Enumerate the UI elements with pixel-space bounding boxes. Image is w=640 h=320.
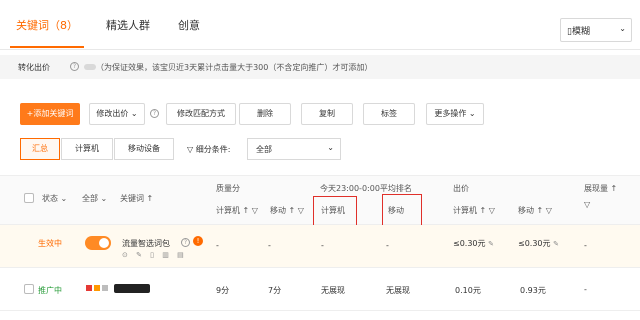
rank-pc-value: -	[321, 241, 324, 250]
chevron-down-icon: ⌄	[60, 194, 68, 203]
status-column-header[interactable]: 状态 ⌄	[42, 193, 67, 204]
modify-bid-button[interactable]: 修改出价 ⌄	[89, 103, 145, 125]
tab-audiences[interactable]: 精选人群	[106, 17, 150, 33]
bid-pc-value[interactable]: ≤0.30元 ✎	[453, 238, 494, 249]
quality-mobile-header[interactable]: 移动 ↑ ▽	[270, 205, 304, 216]
quality-pc-value: 9分	[216, 286, 230, 295]
modify-match-button[interactable]: 修改匹配方式	[166, 103, 236, 125]
help-icon[interactable]: ?	[70, 62, 79, 71]
bid-mobile-value[interactable]: ≤0.30元 ✎	[518, 238, 559, 249]
tag-color-red	[86, 285, 92, 291]
filter-select[interactable]: 全部 ⌄	[247, 138, 341, 160]
info-icon[interactable]: !	[193, 236, 203, 246]
copy-button[interactable]: 复制	[301, 103, 353, 125]
chevron-down-icon: ⌄	[468, 109, 476, 118]
bid-mobile-value[interactable]: 0.93元	[520, 285, 546, 296]
chevron-down-icon: ⌄	[327, 143, 334, 152]
filter-select-value: 全部	[256, 145, 272, 154]
impressions-value: -	[584, 241, 587, 250]
more-actions-label: 更多操作	[434, 109, 467, 118]
bid-pc-value[interactable]: 0.10元	[455, 285, 481, 296]
more-actions-button[interactable]: 更多操作 ⌄	[426, 103, 484, 125]
impressions-value: -	[584, 285, 587, 294]
modify-bid-label: 修改出价	[96, 109, 129, 118]
keyword-name[interactable]: 流量智选词包	[122, 238, 170, 249]
quality-pc-value: -	[216, 241, 219, 250]
impressions-header[interactable]: 展现量 ↑	[584, 183, 617, 194]
row-status: 推广中	[38, 286, 62, 295]
edit-icon: ✎	[488, 240, 494, 248]
chevron-down-icon: ⌄	[619, 24, 626, 33]
keyword-column-header[interactable]: 关键词 ↑	[120, 193, 153, 204]
select-all-checkbox[interactable]	[24, 193, 34, 203]
filter-label-wrap: ▽ 细分条件:	[187, 144, 230, 155]
rank-mobile-value: -	[386, 241, 389, 250]
rank-pc-value: 无展现	[321, 286, 345, 295]
avg-rank-header: 今天23:00-0:00平均排名	[320, 184, 412, 193]
chevron-down-icon: ⌄	[130, 109, 138, 118]
all-filter-header[interactable]: 全部 ⌄	[82, 193, 107, 204]
tab-keywords[interactable]: 关键词（8）	[16, 17, 78, 33]
edit-icon: ✎	[553, 240, 559, 248]
filter-label: 细分条件:	[195, 145, 231, 154]
quality-mobile-value: -	[268, 241, 271, 250]
row-status: 生效中	[38, 239, 62, 248]
active-tab-indicator	[10, 46, 84, 48]
bid-pc-header[interactable]: 计算机 ↑ ▽	[453, 205, 495, 216]
segment-mobile[interactable]: 移动设备	[114, 138, 174, 160]
keyword-tabs: 关键词（8） 精选人群 创意 ▯模糊 ⌄	[0, 0, 640, 50]
filter-icon[interactable]: ▽	[584, 200, 590, 209]
quality-pc-header[interactable]: 计算机 ↑ ▽	[216, 205, 258, 216]
tag-color-orange	[94, 285, 100, 291]
bid-mobile-header[interactable]: 移动 ↑ ▽	[518, 205, 552, 216]
device-select-value: ▯模糊	[567, 27, 590, 37]
help-icon[interactable]: ?	[181, 238, 190, 247]
help-icon[interactable]: ?	[150, 109, 159, 118]
conversion-bid-label: 转化出价	[18, 63, 50, 72]
tag-color-gray	[102, 285, 108, 291]
tag-button[interactable]: 标签	[363, 103, 415, 125]
quality-score-header: 质量分	[216, 184, 240, 193]
segment-summary[interactable]: 汇总	[20, 138, 60, 160]
add-keyword-button[interactable]: +添加关键词	[20, 103, 80, 125]
tab-creatives[interactable]: 创意	[178, 17, 200, 33]
conversion-bid-note: （为保证效果，该宝贝近3天累计点击量大于300（不含定向推广）才可添加）	[96, 63, 373, 72]
conversion-bid-row: 转化出价 ? （为保证效果，该宝贝近3天累计点击量大于300（不含定向推广）才可…	[0, 55, 640, 79]
keyword-name-redacted[interactable]	[114, 284, 150, 293]
chevron-down-icon: ⌄	[100, 194, 108, 203]
keyword-action-icons[interactable]: ⊙ ✎ ▯ ▥ ▤	[122, 251, 187, 259]
rank-mobile-value: 无展现	[386, 286, 410, 295]
segment-computer[interactable]: 计算机	[61, 138, 113, 160]
quality-mobile-value: 7分	[268, 286, 282, 295]
device-select[interactable]: ▯模糊 ⌄	[560, 18, 632, 42]
row-checkbox[interactable]	[24, 284, 34, 294]
conversion-bid-toggle[interactable]	[84, 64, 96, 70]
bid-header: 出价	[453, 184, 469, 193]
delete-button[interactable]: 删除	[239, 103, 291, 125]
status-toggle[interactable]	[85, 236, 111, 250]
filter-icon: ▽	[187, 145, 194, 154]
